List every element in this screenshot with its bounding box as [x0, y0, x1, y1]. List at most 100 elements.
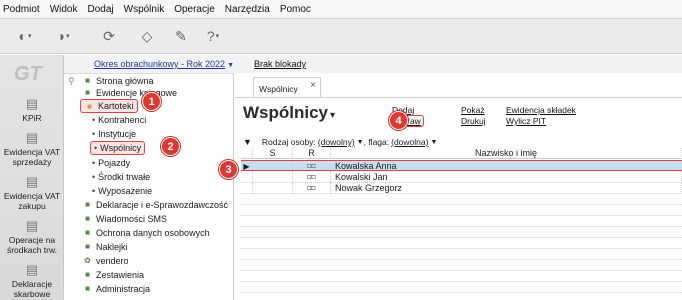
- tools-icon[interactable]: ✎: [170, 27, 192, 45]
- close-icon[interactable]: ×: [310, 80, 316, 91]
- step-badge-1: 1: [142, 92, 161, 111]
- tree-item-wyposazenie[interactable]: • Wyposażenie: [92, 185, 152, 197]
- person-icon: ◘◘: [293, 172, 331, 183]
- leftbar-item-fixed-assets[interactable]: ▤ Operacje na środkach trw.: [0, 218, 64, 256]
- leftbar-item-label: Operacje na środkach trw.: [6, 235, 58, 255]
- back-icon[interactable]: ◐ ▾: [14, 27, 36, 45]
- tab-wspolnicy[interactable]: Wspólnicy ×: [253, 77, 321, 97]
- tree-item-home[interactable]: ■ Strona główna: [82, 75, 153, 87]
- leftbar-item-tax-declarations[interactable]: ▤ Deklaracje skarbowe: [0, 262, 64, 300]
- person-type-label: Rodzaj osoby:: [261, 137, 316, 147]
- header-name[interactable]: Nazwisko i imię: [331, 148, 682, 159]
- person-icon: ◘◘: [293, 161, 331, 172]
- tree-item-kartoteki[interactable]: ■ Kartoteki: [80, 99, 138, 113]
- shield-icon: ■: [85, 228, 90, 237]
- leftbar-item-vat-purchase[interactable]: ▤ Ewidencja VAT zakupu: [0, 174, 64, 212]
- chevron-down-icon: ▾: [330, 110, 336, 121]
- main-panel: Wspólnicy × Wspólnicy▾ Dodaj Popraw Poka…: [235, 73, 682, 300]
- lock-status-link[interactable]: Brak blokady: [254, 59, 306, 69]
- eraser-icon[interactable]: ◇: [136, 27, 158, 45]
- purchase-icon: ▤: [25, 174, 39, 189]
- tree-item-rodo[interactable]: ■ Ochrona danych osobowych: [82, 227, 210, 239]
- pin-icon[interactable]: ⚲: [68, 76, 75, 87]
- kartoteki-highlight: ■ Kartoteki: [80, 99, 138, 113]
- bullet-icon: •: [92, 172, 96, 182]
- cell-indicator: [241, 183, 253, 194]
- ledger-icon: ■: [85, 88, 90, 97]
- tab-label: Wspólnicy: [259, 84, 298, 94]
- report-icon: ■: [85, 270, 90, 279]
- menu-operacje[interactable]: Operacje: [174, 4, 215, 15]
- menu-wspolnik[interactable]: Wspólnik: [124, 4, 165, 15]
- contributions-link[interactable]: Ewidencja składek: [506, 105, 576, 115]
- show-link[interactable]: Pokaż: [461, 105, 485, 115]
- menu-widok[interactable]: Widok: [50, 4, 78, 15]
- table-row[interactable]: ▶ ◘◘ Kowalska Anna: [241, 160, 682, 172]
- tree-item-srodki-trwale[interactable]: • Środki trwałe: [92, 171, 150, 183]
- cell-indicator: [241, 172, 253, 183]
- refresh-icon[interactable]: ⟳: [98, 27, 120, 45]
- table-row-empty: [241, 282, 682, 293]
- tree-item-pojazdy[interactable]: • Pojazdy: [92, 157, 130, 169]
- cell-name: Kowalski Jan: [331, 172, 682, 183]
- table-row-empty: [241, 227, 682, 238]
- period-selector[interactable]: Okres obrachunkowy - Rok 2022 ▼: [94, 59, 234, 69]
- assets-icon: ▤: [25, 218, 39, 233]
- chevron-down-icon: ▼: [227, 62, 234, 69]
- tree-item-vendero[interactable]: ✿ vendero: [82, 255, 128, 267]
- filter-bar: ▼ Rodzaj osoby: (dowolny) ▼ , flaga: (dow…: [243, 137, 437, 147]
- tree-item-ledgers[interactable]: ■ Ewidencje księgowe: [82, 87, 177, 99]
- menu-podmiot[interactable]: Podmiot: [3, 4, 40, 15]
- row-pointer-icon: ▶: [241, 161, 253, 172]
- help-icon[interactable]: ? ▾: [202, 27, 224, 45]
- wspolnicy-highlight: • Wspólnicy: [90, 141, 146, 155]
- person-type-filter[interactable]: (dowolny): [318, 137, 355, 147]
- expand-arrow-icon[interactable]: ▼: [243, 137, 252, 147]
- leftbar-item-kpir[interactable]: ▤ KPiR: [0, 96, 64, 124]
- tree-item-naklejki[interactable]: ■ Naklejki: [82, 241, 127, 253]
- header-s[interactable]: S: [253, 148, 293, 159]
- table-row-empty: [241, 249, 682, 260]
- cell-s: [253, 183, 293, 194]
- cell-name: Kowalska Anna: [331, 161, 682, 172]
- leftbar-item-label: Deklaracje skarbowe: [11, 279, 53, 299]
- partners-table: S R Nazwisko i imię ▶ ◘◘ Kowalska Anna ◘…: [241, 147, 682, 300]
- admin-icon: ■: [85, 284, 90, 293]
- tree-item-deklaracje[interactable]: ■ Deklaracje i e-Sprawozdawczość: [82, 199, 228, 211]
- cell-s: [253, 161, 293, 172]
- cell-s: [253, 172, 293, 183]
- calculate-pit-link[interactable]: Wylicz PIT: [506, 116, 546, 126]
- tab-divider: [235, 97, 682, 98]
- tree-item-administracja[interactable]: ■ Administracja: [82, 283, 150, 295]
- label-icon: ■: [85, 242, 90, 251]
- header-r[interactable]: R: [293, 148, 331, 159]
- leftbar-item-vat-sales[interactable]: ▤ Ewidencja VAT sprzedaży: [0, 130, 64, 168]
- left-navigation-bar: GT ▤ KPiR ▤ Ewidencja VAT sprzedaży ▤ Ew…: [0, 55, 64, 300]
- declarations-icon: ▤: [25, 262, 39, 277]
- forward-icon[interactable]: ◑ ▾: [52, 27, 74, 45]
- flag-filter[interactable]: (dowolna): [391, 137, 428, 147]
- table-row-empty: [241, 260, 682, 271]
- tree-item-instytucje[interactable]: • Instytucje: [92, 128, 136, 140]
- tree-item-sms[interactable]: ■ Wiadomości SMS: [82, 213, 167, 225]
- table-row[interactable]: ◘◘ Nowak Grzegorz: [241, 183, 682, 194]
- menu-dodaj[interactable]: Dodaj: [87, 4, 113, 15]
- tree-item-kontrahenci[interactable]: • Kontrahenci: [92, 114, 146, 126]
- bullet-icon: •: [92, 115, 96, 125]
- sales-icon: ▤: [25, 130, 39, 145]
- table-row-empty: [241, 216, 682, 227]
- header-indicator: [241, 148, 253, 159]
- table-row-empty: [241, 271, 682, 282]
- menu-narzedzia[interactable]: Narzędzia: [225, 4, 270, 15]
- print-link[interactable]: Drukuj: [461, 116, 486, 126]
- table-header: S R Nazwisko i imię: [241, 148, 682, 159]
- books-icon: ▤: [25, 96, 39, 111]
- table-row-empty: [241, 238, 682, 249]
- menu-pomoc[interactable]: Pomoc: [280, 4, 311, 15]
- table-row[interactable]: ◘◘ Kowalski Jan: [241, 172, 682, 183]
- step-badge-3: 3: [219, 160, 238, 179]
- tree-item-zestawienia[interactable]: ■ Zestawienia: [82, 269, 144, 281]
- page-title[interactable]: Wspólnicy ▾: [243, 103, 335, 123]
- table-row-empty: [241, 205, 682, 216]
- tree-item-wspolnicy[interactable]: • Wspólnicy: [90, 141, 146, 155]
